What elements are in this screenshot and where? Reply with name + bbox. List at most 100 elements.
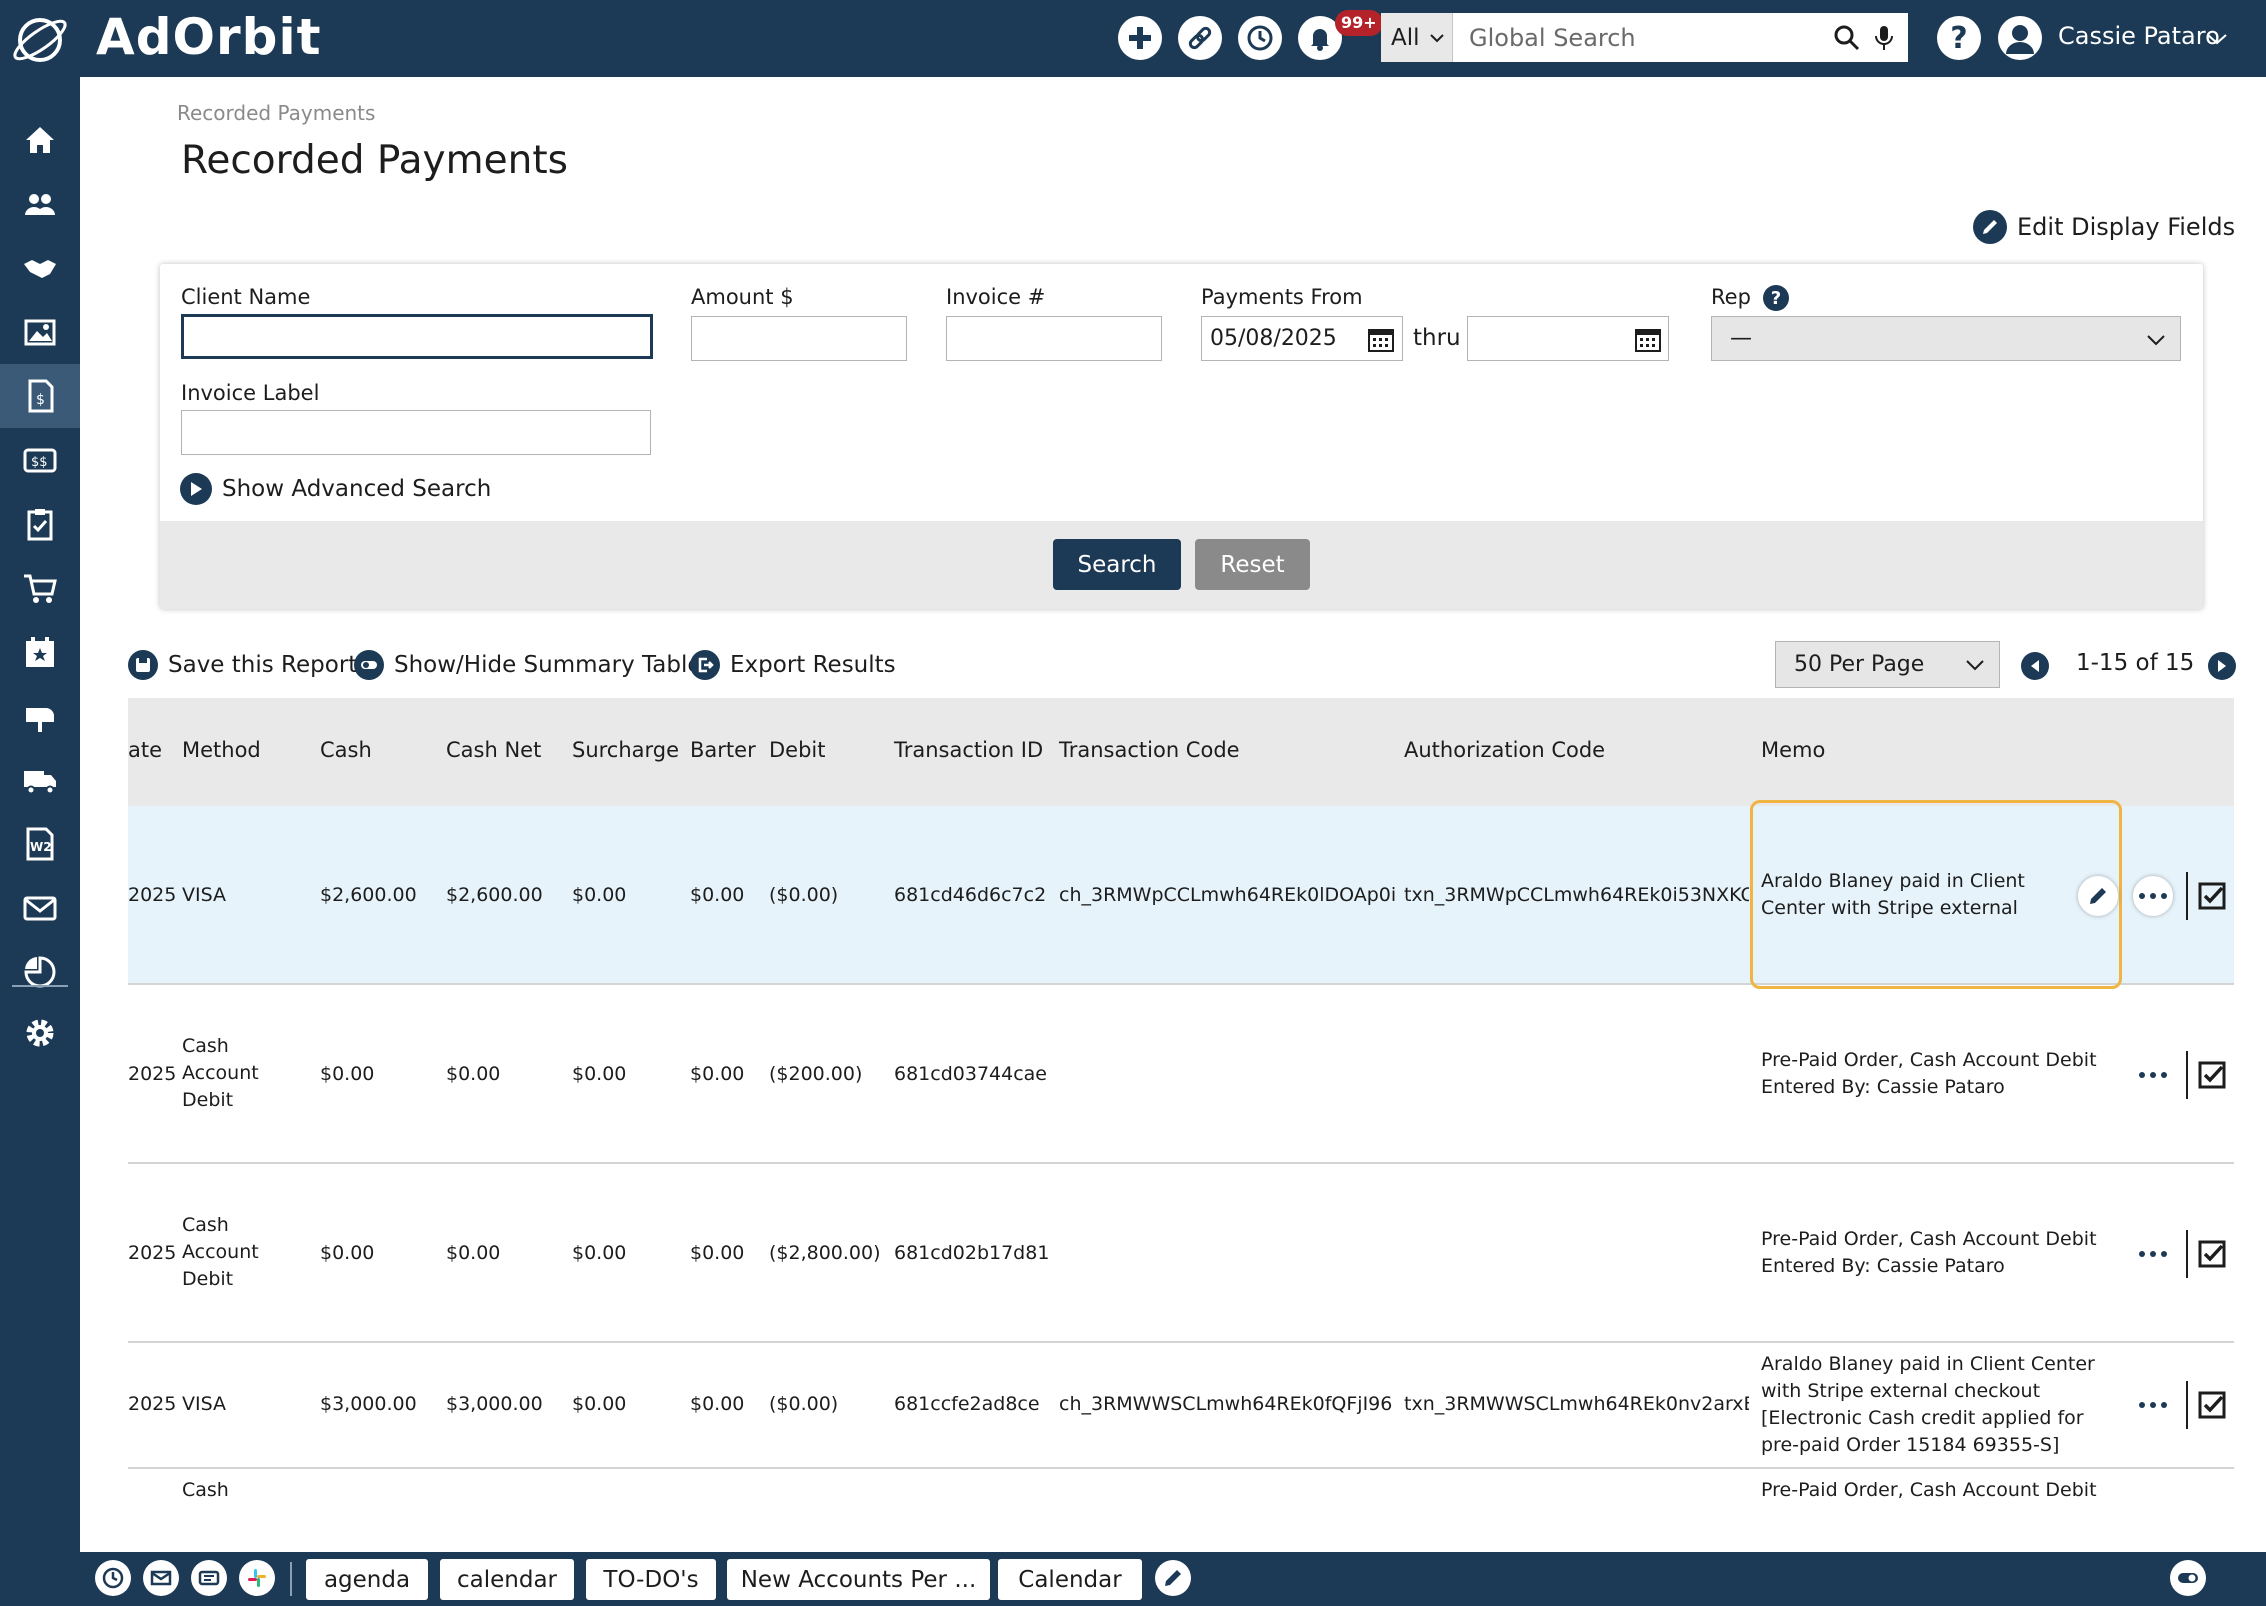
clock-icon[interactable] (95, 1560, 131, 1596)
column-header-cash-net[interactable]: Cash Net (446, 738, 541, 762)
tab-new-accounts[interactable]: New Accounts Per ... (727, 1559, 990, 1600)
user-name[interactable]: Cassie Pataro (2058, 22, 2220, 50)
mail-merge-icon[interactable] (191, 1560, 227, 1596)
column-header-memo[interactable]: Memo (1761, 738, 1825, 762)
cell-method: Cash (182, 1479, 229, 1501)
search-scope-select[interactable]: All (1381, 13, 1453, 62)
per-page-select[interactable]: 50 Per Page (1775, 641, 2000, 688)
column-header-authorization-code[interactable]: Authorization Code (1404, 738, 1605, 762)
tab-agenda[interactable]: agenda (306, 1559, 428, 1600)
history-clock-icon[interactable] (1238, 16, 1282, 60)
global-search-input[interactable] (1453, 13, 1834, 62)
column-header-method[interactable]: Method (182, 738, 261, 762)
edit-memo-pencil-icon[interactable] (2078, 876, 2118, 916)
sidebar-item-invoices[interactable]: $ (0, 364, 80, 428)
sidebar-item-tasks[interactable] (0, 492, 80, 556)
help-icon[interactable]: ? (1937, 16, 1981, 60)
cell-transaction-code: ch_3RMWpCCLmwh64REk0lDOAp0i (1059, 884, 1395, 906)
row-actions-more-icon[interactable] (2133, 1055, 2173, 1095)
breadcrumb[interactable]: Recorded Payments (177, 101, 375, 125)
add-icon[interactable] (1118, 16, 1162, 60)
client-name-input[interactable] (181, 314, 653, 359)
notification-badge: 99+ (1335, 10, 1383, 36)
table-row[interactable]: Cash Pre-Paid Order, Cash Account Debit (128, 1469, 2234, 1552)
cell-memo[interactable]: Pre-Paid Order, Cash Account Debit Enter… (1761, 1047, 2101, 1101)
column-header-barter[interactable]: Barter (690, 738, 756, 762)
column-header-date[interactable]: ate (128, 738, 162, 762)
rep-select[interactable]: — (1711, 316, 2181, 361)
checked-checkbox-icon[interactable] (2198, 1391, 2226, 1419)
reset-button[interactable]: Reset (1195, 539, 1310, 590)
column-header-debit[interactable]: Debit (769, 738, 826, 762)
calendar-icon[interactable] (1635, 326, 1661, 352)
show-advanced-search-toggle[interactable]: Show Advanced Search (180, 473, 491, 505)
bottom-bar-divider (290, 1562, 292, 1596)
cell-transaction-code: ch_3RMWWSCLmwh64REk0fQFjI96 (1059, 1393, 1393, 1415)
invoice-label-input[interactable] (181, 410, 651, 455)
edit-tabs-pencil-icon[interactable] (1155, 1560, 1191, 1596)
sidebar-item-media[interactable] (0, 300, 80, 364)
client-name-label: Client Name (181, 285, 311, 309)
column-header-transaction-code[interactable]: Transaction Code (1059, 738, 1240, 762)
checked-checkbox-icon[interactable] (2198, 1240, 2226, 1268)
row-actions-more-icon[interactable] (2133, 876, 2173, 916)
user-avatar[interactable] (1998, 16, 2042, 60)
sidebar-item-mailbox[interactable] (0, 684, 80, 748)
column-header-surcharge[interactable]: Surcharge (572, 738, 679, 762)
show-hide-summary-button[interactable]: Show/Hide Summary Table (354, 650, 702, 680)
previous-page-button[interactable] (2021, 652, 2049, 680)
edit-display-fields-button[interactable]: Edit Display Fields (1973, 210, 2235, 244)
sidebar-item-mail[interactable] (0, 876, 80, 940)
sidebar-item-deals[interactable] (0, 236, 80, 300)
amount-input[interactable] (691, 316, 907, 361)
save-report-button[interactable]: Save this Report (128, 650, 357, 680)
sidebar-item-reports[interactable] (0, 940, 80, 1004)
search-button[interactable]: Search (1053, 539, 1181, 590)
calendar-icon[interactable] (1368, 326, 1394, 352)
table-row[interactable]: 2025 Cash Account Debit $0.00 $0.00 $0.0… (128, 1164, 2234, 1343)
sidebar-item-calendar[interactable] (0, 620, 80, 684)
sidebar-item-orders[interactable] (0, 556, 80, 620)
cell-method: Cash Account Debit (182, 1035, 259, 1111)
sidebar-item-settings[interactable] (0, 1001, 80, 1065)
row-actions-more-icon[interactable] (2133, 1234, 2173, 1274)
cell-memo[interactable]: Araldo Blaney paid in Client Center with… (1761, 1351, 2109, 1459)
search-icon[interactable] (1834, 25, 1860, 51)
slack-icon[interactable] (239, 1560, 275, 1596)
clipboard-icon (27, 509, 53, 541)
toggle-switch-icon[interactable] (2170, 1560, 2206, 1596)
row-actions-more-icon[interactable] (2133, 1385, 2173, 1425)
checked-checkbox-icon[interactable] (2198, 882, 2226, 910)
orbit-logo-icon[interactable] (8, 12, 72, 68)
app-logo-text[interactable]: AdOrbit (96, 8, 321, 66)
help-question-icon[interactable]: ? (1763, 285, 1789, 311)
tab-to-dos[interactable]: TO-DO's (586, 1559, 716, 1600)
sidebar-item-w2[interactable]: W2 (0, 812, 80, 876)
amount-label: Amount $ (691, 285, 794, 309)
chevron-down-icon[interactable] (2206, 28, 2228, 50)
tab-calendar[interactable]: calendar (440, 1559, 574, 1600)
table-row[interactable]: 2025 Cash Account Debit $0.00 $0.00 $0.0… (128, 985, 2234, 1164)
sidebar-item-finance[interactable]: $$ (0, 428, 80, 492)
link-icon[interactable] (1178, 16, 1222, 60)
checked-checkbox-icon[interactable] (2198, 1061, 2226, 1089)
column-header-transaction-id[interactable]: Transaction ID (894, 738, 1043, 762)
tab-calendar-2[interactable]: Calendar (998, 1559, 1142, 1600)
cell-memo[interactable]: Pre-Paid Order, Cash Account Debit Enter… (1761, 1226, 2101, 1280)
column-header-cash[interactable]: Cash (320, 738, 372, 762)
sidebar-divider (12, 985, 68, 987)
cell-memo[interactable]: Pre-Paid Order, Cash Account Debit (1761, 1477, 2097, 1504)
cell-barter: $0.00 (690, 884, 745, 906)
table-row[interactable]: 2025 VISA $3,000.00 $3,000.00 $0.00 $0.0… (128, 1343, 2234, 1469)
email-icon[interactable] (143, 1560, 179, 1596)
sidebar-item-contacts[interactable] (0, 172, 80, 236)
cell-cash: $0.00 (320, 1063, 375, 1085)
svg-text:$: $ (36, 392, 45, 408)
microphone-icon[interactable] (1874, 25, 1894, 51)
sidebar-item-delivery[interactable] (0, 748, 80, 812)
export-results-button[interactable]: Export Results (690, 650, 896, 680)
invoice-number-input[interactable] (946, 316, 1162, 361)
next-page-button[interactable] (2208, 652, 2236, 680)
cell-debit: ($0.00) (769, 884, 839, 906)
sidebar-item-home[interactable] (0, 108, 80, 172)
